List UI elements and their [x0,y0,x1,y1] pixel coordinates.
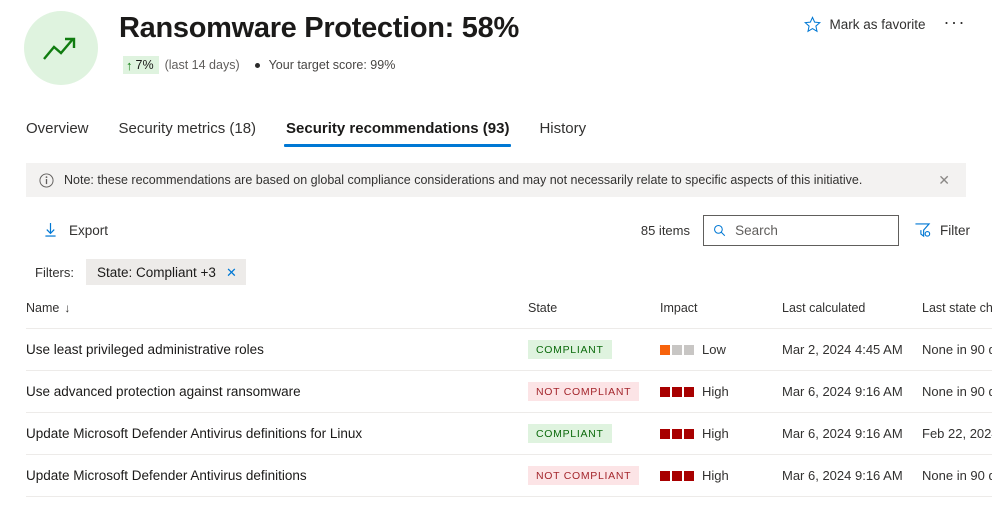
last-state-change-value: None in 90 d [922,384,992,399]
table-row[interactable]: Use least privileged administrative role… [26,329,992,371]
search-icon [713,223,726,238]
bullet-separator-icon [255,63,260,68]
column-header-last-calculated[interactable]: Last calculated [782,301,922,315]
score-trend-badge [24,11,98,85]
impact-label: High [702,384,729,399]
last-state-change-value: Feb 22, 2024 [922,426,992,441]
filters-label: Filters: [35,265,74,280]
impact-indicator: Low [660,342,782,357]
column-header-name[interactable]: Name ↓ [26,301,528,315]
impact-bars [660,471,694,481]
arrow-down-icon: ↓ [64,301,70,315]
last-calculated-value: Mar 6, 2024 9:16 AM [782,468,903,483]
column-header-impact[interactable]: Impact [660,301,782,315]
status-badge: NOT COMPLIANT [528,466,639,485]
note-close-button[interactable]: ✕ [934,171,954,189]
items-count: 85 items [641,223,690,238]
filter-chip-remove-icon[interactable]: ✕ [226,266,237,279]
search-input[interactable] [735,223,890,238]
impact-indicator: High [660,384,782,399]
last-calculated-value: Mar 6, 2024 9:16 AM [782,426,903,441]
impact-bars [660,345,694,355]
filter-label: Filter [940,223,970,238]
note-text: Note: these recommendations are based on… [64,173,934,187]
filter-chip-state[interactable]: State: Compliant +3 ✕ [86,259,246,285]
column-header-name-label: Name [26,301,59,315]
download-arrow-icon [44,222,57,238]
export-button[interactable]: Export [26,218,118,242]
table-body: Use least privileged administrative role… [26,329,992,497]
mark-as-favorite-label: Mark as favorite [829,17,925,32]
note-banner: Note: these recommendations are based on… [26,163,966,197]
status-badge: COMPLIANT [528,424,612,443]
more-options-button[interactable]: ··· [936,16,974,34]
column-header-state[interactable]: State [528,301,660,315]
impact-label: High [702,426,729,441]
status-badge: NOT COMPLIANT [528,382,639,401]
recommendation-name[interactable]: Use advanced protection against ransomwa… [26,384,301,399]
recommendations-table: Name ↓ State Impact Last calculated Last… [0,301,992,497]
page-header: Ransomware Protection: 58% ↑ 7% (last 14… [0,0,992,85]
impact-label: High [702,468,729,483]
export-label: Export [69,223,108,238]
impact-bar [684,387,694,397]
last-state-change-value: None in 90 d [922,342,992,357]
impact-bars [660,387,694,397]
info-circle-icon [39,173,54,188]
header-actions: Mark as favorite ··· [798,12,974,37]
recommendation-name[interactable]: Update Microsoft Defender Antivirus defi… [26,468,307,483]
impact-label: Low [702,342,726,357]
impact-bar [660,429,670,439]
trend-value: 7% [136,58,154,72]
tab-security-metrics[interactable]: Security metrics (18) [117,120,259,147]
last-calculated-value: Mar 2, 2024 4:45 AM [782,342,903,357]
last-calculated-value: Mar 6, 2024 9:16 AM [782,384,903,399]
trend-pill: ↑ 7% [123,56,159,74]
table-header-row: Name ↓ State Impact Last calculated Last… [26,301,992,329]
impact-bar [684,471,694,481]
impact-indicator: High [660,468,782,483]
search-box[interactable] [703,215,899,246]
impact-bar [672,387,682,397]
score-subline: ↑ 7% (last 14 days) Your target score: 9… [119,56,968,74]
active-filters-row: Filters: State: Compliant +3 ✕ [0,259,992,285]
mark-as-favorite-button[interactable]: Mark as favorite [798,12,931,37]
impact-bar [660,471,670,481]
trending-up-icon [41,34,81,62]
trend-period: (last 14 days) [165,58,240,72]
impact-indicator: High [660,426,782,441]
impact-bar [684,345,694,355]
impact-bar [672,471,682,481]
tab-security-recommendations[interactable]: Security recommendations (93) [284,120,511,147]
tab-bar: Overview Security metrics (18) Security … [0,107,992,147]
funnel-icon [914,222,931,238]
recommendation-name[interactable]: Update Microsoft Defender Antivirus defi… [26,426,362,441]
target-score-text: Your target score: 99% [269,58,396,72]
arrow-up-icon: ↑ [126,59,133,72]
last-state-change-value: None in 90 d [922,468,992,483]
impact-bar [684,429,694,439]
table-row[interactable]: Update Microsoft Defender Antivirus defi… [26,413,992,455]
impact-bar [672,429,682,439]
table-row[interactable]: Use advanced protection against ransomwa… [26,371,992,413]
column-header-last-state-change[interactable]: Last state ch [922,301,992,315]
impact-bar [672,345,682,355]
impact-bar [660,345,670,355]
filter-button[interactable]: Filter [912,218,972,242]
impact-bars [660,429,694,439]
star-outline-icon [804,16,821,33]
impact-bar [660,387,670,397]
table-toolbar: Export 85 items Filter [0,212,992,248]
recommendation-name[interactable]: Use least privileged administrative role… [26,342,264,357]
tab-history[interactable]: History [537,120,588,147]
filter-chip-label: State: Compliant +3 [97,265,216,280]
tab-overview[interactable]: Overview [24,120,91,147]
status-badge: COMPLIANT [528,340,612,359]
table-row[interactable]: Update Microsoft Defender Antivirus defi… [26,455,992,497]
